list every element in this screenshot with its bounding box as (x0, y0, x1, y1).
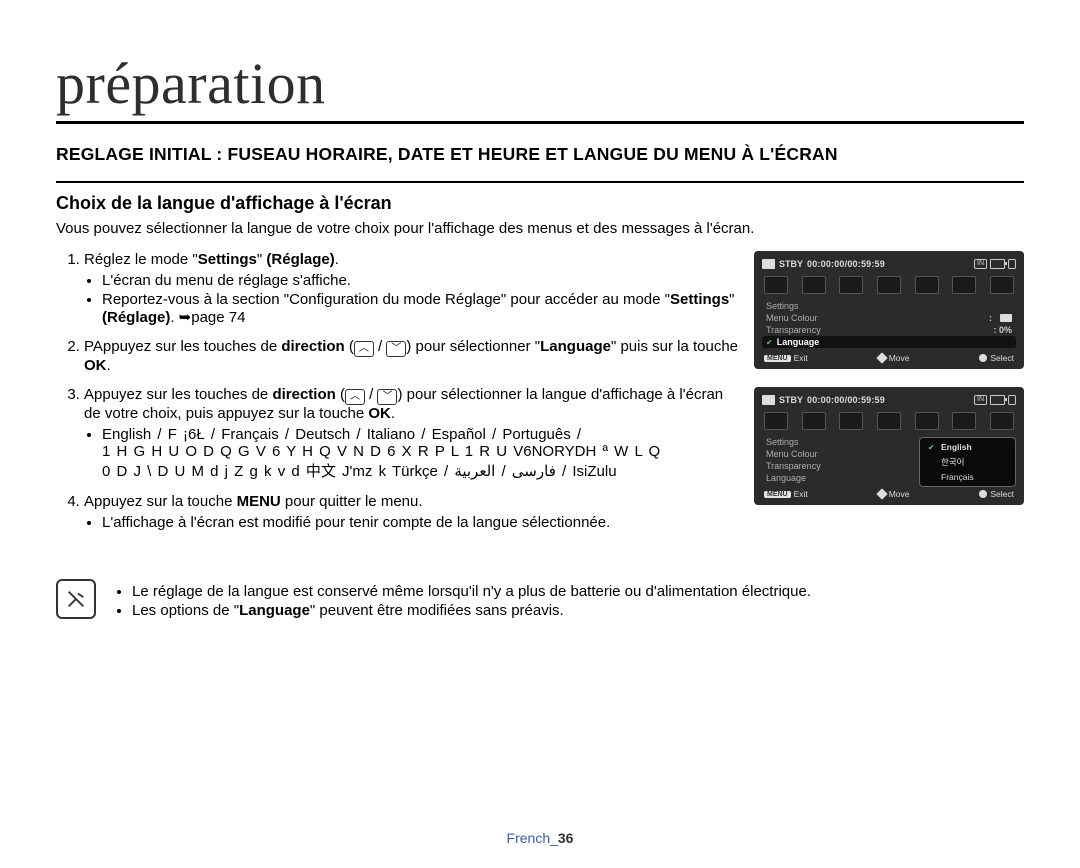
in-badge: IN (974, 395, 987, 405)
colour-swatch-icon (1000, 314, 1012, 322)
popup-item-english: ✔English (920, 440, 1015, 454)
menu-row-menu-colour: Menu Colour: (762, 312, 1016, 324)
page-footer: French_36 (0, 830, 1080, 846)
step4-bullet-1: L'affichage à l'écran est modifié pour t… (102, 514, 740, 531)
mode-icon (802, 412, 826, 430)
intro-text: Vous pouvez sélectionner la langue de vo… (56, 220, 1024, 237)
step4-bullets: L'affichage à l'écran est modifié pour t… (84, 514, 740, 531)
menu-row-transparency: Transparency: 0% (762, 324, 1016, 336)
camera-icon (762, 395, 775, 405)
screenshot-language-popup: STBY 00:00:00/00:59:59 IN (754, 387, 1024, 505)
divider-thin (56, 181, 1024, 183)
popup-item-korean: 한국어 (920, 454, 1015, 470)
footer-page-number: 36 (558, 830, 574, 846)
in-badge: IN (974, 259, 987, 269)
step3-languages: English / F ¡6Ł / Français / Deutsch / I… (102, 426, 740, 481)
timecode: 00:00:00/00:59:59 (807, 259, 885, 269)
camera-icon (762, 259, 775, 269)
step1-reglage: (Réglage) (266, 251, 334, 268)
mode-icon (915, 412, 939, 430)
mode-icon (877, 412, 901, 430)
note-icon (56, 579, 96, 619)
select-icon (979, 490, 987, 498)
steps-column: Réglez le mode "Settings" (Réglage). L'é… (56, 251, 740, 543)
stby-label: STBY (779, 395, 803, 405)
language-popup: ✔English 한국어 Français (919, 437, 1016, 487)
select-label: Select (990, 353, 1014, 363)
note-block: Le réglage de la langue est conservé mêm… (56, 579, 1024, 621)
mode-icon (952, 412, 976, 430)
note-bullets: Le réglage de la langue est conservé mêm… (114, 583, 811, 621)
exit-label: Exit (794, 489, 808, 499)
section-heading: REGLAGE INITIAL : FUSEAU HORAIRE, DATE E… (56, 144, 1024, 165)
mode-icon (990, 412, 1014, 430)
mode-icon (952, 276, 976, 294)
mode-icon (877, 276, 901, 294)
chevron-down-icon: ﹀ (386, 341, 406, 357)
stby-label: STBY (779, 259, 803, 269)
steps-list: Réglez le mode "Settings" (Réglage). L'é… (56, 251, 740, 531)
step1-bullets: L'écran du menu de réglage s'affiche. Re… (84, 272, 740, 326)
menu-row-settings: Settings (762, 300, 1016, 312)
screenshots-column: STBY 00:00:00/00:59:59 IN (754, 251, 1024, 543)
footer-label: French_ (507, 830, 558, 846)
step-4: Appuyez sur la touche MENU pour quitter … (84, 493, 740, 531)
step1-settings: Settings (198, 251, 257, 268)
step3-bullets: English / F ¡6Ł / Français / Deutsch / I… (84, 426, 740, 481)
check-icon: ✔ (766, 338, 773, 347)
divider-thick (56, 121, 1024, 124)
note-bullet-2: Les options de "Language" peuvent être m… (132, 602, 811, 619)
top-misc-icon (1008, 395, 1016, 405)
popup-item-francais: Français (920, 470, 1015, 484)
document-page: préparation REGLAGE INITIAL : FUSEAU HOR… (0, 0, 1080, 868)
move-label: Move (889, 353, 910, 363)
step-3: Appuyez sur les touches de direction (︿ … (84, 386, 740, 481)
step-1: Réglez le mode "Settings" (Réglage). L'é… (84, 251, 740, 326)
menu-row-language: ✔Language (762, 336, 1016, 348)
mode-icon (839, 412, 863, 430)
timecode: 00:00:00/00:59:59 (807, 395, 885, 405)
mode-icon (802, 276, 826, 294)
menu-badge-icon: MENU (764, 355, 791, 362)
mode-icon (764, 276, 788, 294)
check-icon: ✔ (928, 443, 936, 452)
exit-label: Exit (794, 353, 808, 363)
mode-icon (839, 276, 863, 294)
mode-icon (915, 276, 939, 294)
step1-text-a: Réglez le mode " (84, 251, 198, 268)
menu-badge-icon: MENU (764, 491, 791, 498)
top-misc-icon (1008, 259, 1016, 269)
step1-bullet-2: Reportez-vous à la section "Configuratio… (102, 291, 740, 326)
note-bullet-1: Le réglage de la langue est conservé mêm… (132, 583, 811, 600)
step1-bullet-1: L'écran du menu de réglage s'affiche. (102, 272, 740, 289)
select-icon (979, 354, 987, 362)
battery-icon (990, 259, 1005, 269)
chevron-up-icon: ︿ (354, 341, 374, 357)
step-2: PAppuyez sur les touches de direction (︿… (84, 338, 740, 374)
step1-text-c: " (257, 251, 267, 268)
screenshot-settings-language: STBY 00:00:00/00:59:59 IN (754, 251, 1024, 369)
subheading: Choix de la langue d'affichage à l'écran (56, 193, 1024, 214)
move-icon (876, 352, 887, 363)
chapter-title: préparation (56, 50, 1024, 117)
move-label: Move (889, 489, 910, 499)
mode-icon (990, 276, 1014, 294)
battery-icon (990, 395, 1005, 405)
chevron-down-icon: ﹀ (377, 389, 397, 405)
step1-text-e: . (335, 251, 339, 268)
select-label: Select (990, 489, 1014, 499)
move-icon (876, 488, 887, 499)
mode-icon (764, 412, 788, 430)
chevron-up-icon: ︿ (345, 389, 365, 405)
